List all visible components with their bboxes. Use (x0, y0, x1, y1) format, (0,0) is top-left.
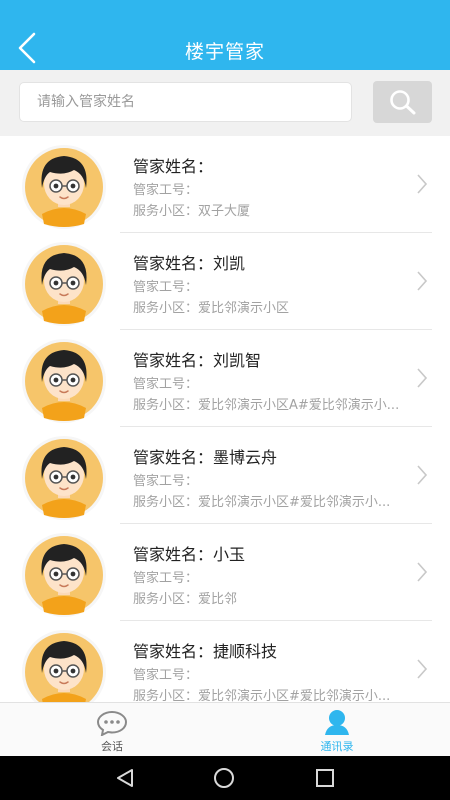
search-icon (390, 90, 416, 115)
contacts-person-icon (325, 710, 349, 735)
list-item[interactable]: 管家姓名：小玉 管家工号： 服务小区：爱比邻 (0, 524, 450, 621)
search-input[interactable] (19, 82, 352, 122)
tab-label: 会话 (101, 740, 123, 753)
butler-name-value: 刘凯 (213, 254, 246, 273)
service-community-value: 爱比邻演示小区A#爱比邻演示小... (198, 398, 400, 413)
butler-id-label: 管家工号： (133, 183, 199, 198)
list-item[interactable]: 管家姓名：墨博云舟 管家工号： 服务小区：爱比邻演示小区#爱比邻演示小... (0, 427, 450, 524)
chat-bubble-icon (96, 710, 128, 736)
avatar (20, 144, 108, 230)
butler-name-label: 管家姓名： (133, 545, 214, 564)
butler-id-label: 管家工号： (133, 668, 199, 683)
chevron-right-icon (417, 659, 428, 679)
service-community-value: 爱比邻演示小区#爱比邻演示小... (198, 689, 391, 702)
service-community-label: 服务小区： (133, 689, 199, 702)
butler-id: 管家工号： (133, 470, 198, 489)
chevron-right-icon (417, 271, 428, 291)
avatar (20, 241, 108, 327)
avatar (20, 629, 108, 702)
chevron-right-icon (417, 465, 428, 485)
butler-name: 管家姓名：刘凯 (133, 250, 245, 274)
chevron-right-icon (417, 174, 428, 194)
tab-label: 通讯录 (320, 740, 354, 753)
service-community: 服务小区：双子大厦 (133, 200, 433, 219)
butler-id-label: 管家工号： (133, 280, 199, 295)
page-title: 楼宇管家 (184, 41, 265, 63)
butler-name-value: 刘凯智 (213, 351, 262, 370)
butler-list: 管家姓名： 管家工号： 服务小区：双子大厦 管家姓名：刘凯 管家工号： 服务小区：爱比邻… (0, 136, 450, 702)
butler-name-value: 墨博云舟 (213, 448, 278, 467)
service-community-label: 服务小区： (133, 592, 199, 607)
list-item[interactable]: 管家姓名：捷顺科技 管家工号： 服务小区：爱比邻演示小区#爱比邻演示小... (0, 621, 450, 702)
service-community-label: 服务小区： (133, 301, 199, 316)
butler-name-label: 管家姓名： (133, 351, 214, 370)
service-community-label: 服务小区： (133, 495, 199, 510)
chevron-right-icon (417, 562, 428, 582)
service-community: 服务小区：爱比邻演示小区#爱比邻演示小... (133, 491, 433, 510)
butler-name-label: 管家姓名： (133, 254, 214, 273)
avatar (20, 532, 108, 618)
butler-id: 管家工号： (133, 276, 198, 295)
butler-id: 管家工号： (133, 373, 198, 392)
service-community-value: 爱比邻演示小区#爱比邻演示小... (198, 495, 391, 510)
butler-name: 管家姓名：小玉 (133, 541, 245, 565)
service-community-label: 服务小区： (133, 204, 199, 219)
tab-contacts[interactable]: 通讯录 (287, 703, 387, 757)
tab-chat[interactable]: 会话 (62, 703, 162, 757)
service-community: 服务小区：爱比邻演示小区#爱比邻演示小... (133, 685, 433, 702)
list-item[interactable]: 管家姓名： 管家工号： 服务小区：双子大厦 (0, 136, 450, 233)
butler-name-value: 捷顺科技 (213, 642, 278, 661)
system-nav-bar (0, 756, 450, 800)
service-community-value: 爱比邻演示小区 (198, 301, 290, 316)
recents-square-icon[interactable] (315, 768, 335, 788)
butler-id: 管家工号： (133, 567, 198, 586)
service-community: 服务小区：爱比邻演示小区 (133, 297, 433, 316)
butler-name-label: 管家姓名： (133, 157, 214, 176)
avatar (20, 435, 108, 521)
bottom-tab-bar: 会话 通讯录 (0, 702, 450, 757)
butler-id-label: 管家工号： (133, 377, 199, 392)
butler-name-value: 小玉 (213, 545, 246, 564)
butler-id: 管家工号： (133, 664, 198, 683)
list-item[interactable]: 管家姓名：刘凯智 管家工号： 服务小区：爱比邻演示小区A#爱比邻演示小... (0, 330, 450, 427)
chevron-right-icon (417, 368, 428, 388)
list-item[interactable]: 管家姓名：刘凯 管家工号： 服务小区：爱比邻演示小区 (0, 233, 450, 330)
app-header: 楼宇管家 (0, 0, 450, 70)
butler-name: 管家姓名：捷顺科技 (133, 638, 277, 662)
avatar (20, 338, 108, 424)
butler-id-label: 管家工号： (133, 571, 199, 586)
butler-name-label: 管家姓名： (133, 448, 214, 467)
service-community-value: 爱比邻 (198, 592, 238, 607)
butler-name-label: 管家姓名： (133, 642, 214, 661)
search-button[interactable] (373, 81, 432, 123)
service-community: 服务小区：爱比邻演示小区A#爱比邻演示小... (133, 394, 433, 413)
back-triangle-icon[interactable] (114, 768, 136, 788)
home-circle-icon[interactable] (213, 767, 235, 789)
butler-id-label: 管家工号： (133, 474, 199, 489)
service-community: 服务小区：爱比邻 (133, 588, 433, 607)
butler-name: 管家姓名：墨博云舟 (133, 444, 277, 468)
butler-name: 管家姓名： (133, 153, 213, 177)
butler-name: 管家姓名：刘凯智 (133, 347, 261, 371)
service-community-label: 服务小区： (133, 398, 199, 413)
service-community-value: 双子大厦 (198, 204, 251, 219)
butler-id: 管家工号： (133, 179, 198, 198)
